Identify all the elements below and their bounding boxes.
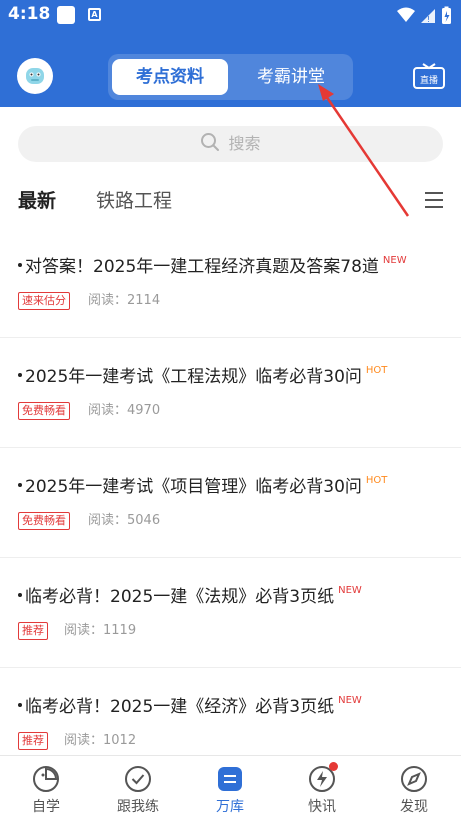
nav-discover[interactable]: 发现 xyxy=(368,756,460,819)
tab-railway-engineering[interactable]: 铁路工程 xyxy=(96,186,172,213)
category-tabs: 最新 铁路工程 xyxy=(0,178,461,228)
menu-icon[interactable] xyxy=(425,192,443,208)
notification-dot xyxy=(329,762,338,771)
read-count: 阅读：4970 xyxy=(88,403,161,418)
new-badge: NEW xyxy=(338,695,362,706)
list-item[interactable]: 临考必背！2025一建《法规》必背3页纸 NEW 推荐 阅读：1119 xyxy=(0,558,461,668)
robot-avatar-icon xyxy=(18,59,52,93)
avatar[interactable] xyxy=(17,58,53,94)
nav-label: 发现 xyxy=(400,799,428,815)
status-icons: ! xyxy=(397,6,451,24)
tab-exam-materials[interactable]: 考点资料 xyxy=(112,59,228,95)
practice-icon xyxy=(125,766,151,792)
article-title[interactable]: 临考必背！2025一建《经济》必背3页纸 NEW xyxy=(18,692,362,717)
discover-icon xyxy=(401,766,427,792)
bottom-nav: 自学 跟我练 万库 快讯 发现 xyxy=(0,755,461,819)
article-tag: 免费畅看 xyxy=(18,512,70,530)
status-bar: 4:18 A ! xyxy=(0,0,461,30)
read-count: 阅读：2114 xyxy=(88,293,161,308)
article-tag: 推荐 xyxy=(18,732,48,750)
tab-latest[interactable]: 最新 xyxy=(18,186,56,213)
article-title[interactable]: 临考必背！2025一建《法规》必背3页纸 NEW xyxy=(18,582,362,607)
article-list: 对答案！2025年一建工程经济真题及答案78道 NEW 速来估分 阅读：2114 … xyxy=(0,228,461,778)
live-label: 直播 xyxy=(420,74,438,86)
new-badge: NEW xyxy=(382,255,407,266)
read-count: 阅读：1119 xyxy=(64,623,137,638)
nav-self-study[interactable]: 自学 xyxy=(0,756,92,819)
nav-practice[interactable]: 跟我练 xyxy=(92,756,184,819)
header-segment-control: 考点资料 考霸讲堂 xyxy=(108,54,353,100)
library-icon xyxy=(218,767,242,791)
article-title[interactable]: 2025年一建考试《工程法规》临考必背30问 HOT xyxy=(18,362,387,387)
list-item[interactable]: 2025年一建考试《项目管理》临考必背30问 HOT 免费畅看 阅读：5046 xyxy=(0,448,461,558)
nav-label: 自学 xyxy=(32,799,60,815)
hot-badge: HOT xyxy=(365,365,388,376)
nav-label: 快讯 xyxy=(308,799,336,815)
notification-a-icon: A xyxy=(88,8,101,21)
article-title[interactable]: 对答案！2025年一建工程经济真题及答案78道 NEW xyxy=(18,252,407,277)
notification-square-icon xyxy=(57,6,75,24)
article-tag: 免费畅看 xyxy=(18,402,70,420)
app-header: 考点资料 考霸讲堂 直播 xyxy=(0,30,461,107)
article-tag: 推荐 xyxy=(18,622,48,640)
read-count: 阅读：5046 xyxy=(88,513,161,528)
nav-label: 万库 xyxy=(216,799,244,815)
new-badge: NEW xyxy=(338,585,362,596)
svg-text:!: ! xyxy=(427,15,430,24)
article-title[interactable]: 2025年一建考试《项目管理》临考必背30问 HOT xyxy=(18,472,387,497)
search-icon xyxy=(201,133,220,151)
hot-badge: HOT xyxy=(365,475,388,486)
search-placeholder: 搜索 xyxy=(228,134,261,153)
list-item[interactable]: 2025年一建考试《工程法规》临考必背30问 HOT 免费畅看 阅读：4970 xyxy=(0,338,461,448)
wifi-icon xyxy=(397,7,415,22)
self-study-icon xyxy=(33,766,59,792)
nav-label: 跟我练 xyxy=(117,799,159,815)
tab-lecture-hall[interactable]: 考霸讲堂 xyxy=(233,59,349,95)
live-tv-icon[interactable]: 直播 xyxy=(413,63,445,89)
nav-news[interactable]: 快讯 xyxy=(276,756,368,819)
list-item[interactable]: 对答案！2025年一建工程经济真题及答案78道 NEW 速来估分 阅读：2114 xyxy=(0,228,461,338)
search-bar[interactable]: 搜索 xyxy=(18,126,443,162)
status-time: 4:18 xyxy=(8,4,51,24)
article-tag: 速来估分 xyxy=(18,292,70,310)
nav-library[interactable]: 万库 xyxy=(184,756,276,819)
read-count: 阅读：1012 xyxy=(64,733,137,748)
